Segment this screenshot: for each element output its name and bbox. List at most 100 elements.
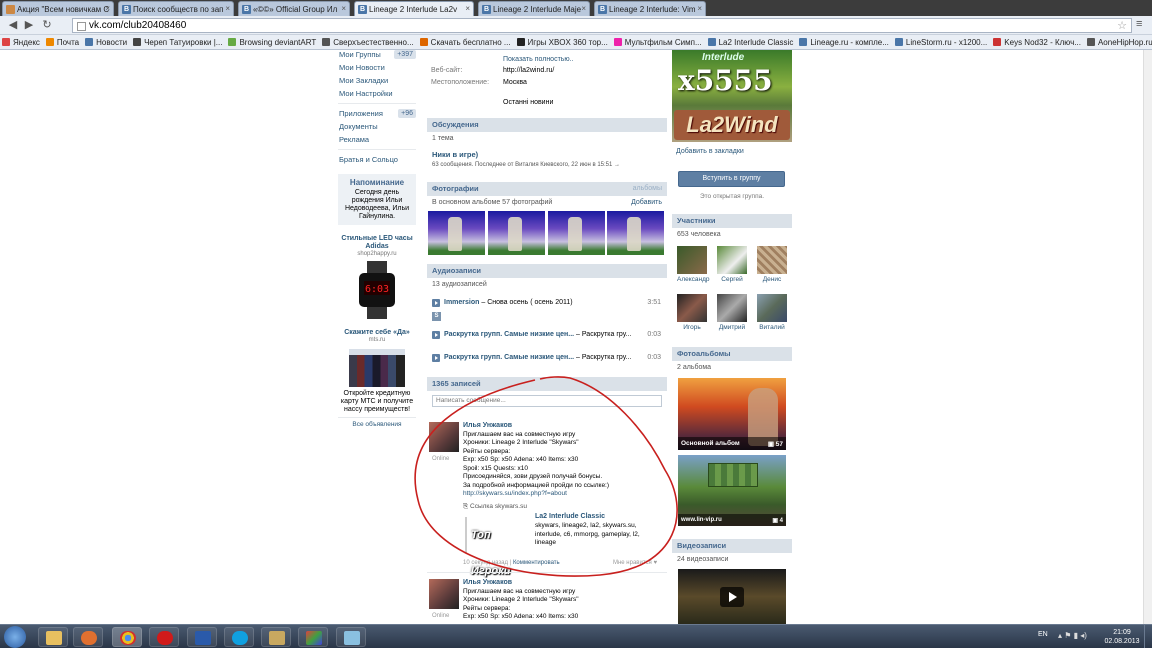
menu-item-brothers[interactable]: Братья и Сольцо xyxy=(334,153,420,166)
bookmark-item[interactable]: Browsing deviantART xyxy=(226,35,320,49)
close-icon[interactable]: × xyxy=(581,4,586,13)
track-artist[interactable]: Раскрутка групп. Самые низкие цен... xyxy=(444,354,574,361)
taskbar-skype[interactable] xyxy=(224,627,254,647)
reload-icon[interactable]: ↻ xyxy=(40,19,54,32)
close-icon[interactable]: × xyxy=(697,4,702,13)
post-link[interactable]: http://skywars.su/index.php?f=about xyxy=(463,490,663,499)
avatar[interactable] xyxy=(429,422,459,452)
link-card-title[interactable]: La2 Interlude Classic xyxy=(535,513,605,522)
reminder-text[interactable]: Сегодня день рождения Ильи Недоводеева, … xyxy=(340,189,414,221)
avatar[interactable] xyxy=(429,579,459,609)
post-author[interactable]: Илья Унжаков xyxy=(463,579,663,588)
bookmark-item[interactable]: Череп Татуировки |... xyxy=(131,35,226,49)
taskbar-game[interactable] xyxy=(261,627,291,647)
link-card[interactable]: Топ Игроки La2 Interlude Classic skywars… xyxy=(463,513,663,577)
menu-item-groups[interactable]: Мои Группы +397 xyxy=(334,50,420,61)
member-name[interactable]: Александр xyxy=(677,276,710,283)
taskbar-explorer[interactable] xyxy=(38,627,68,647)
taskbar-paint[interactable] xyxy=(298,627,328,647)
menu-item-documents[interactable]: Документы xyxy=(334,120,420,133)
track-artist[interactable]: Раскрутка групп. Самые низкие цен... xyxy=(444,331,574,338)
ad-title[interactable]: Скажите себе «Да» xyxy=(338,329,416,337)
wrench-icon[interactable]: ≡ xyxy=(1136,18,1148,31)
address-bar[interactable]: vk.com/club20408460 ☆ xyxy=(72,18,1132,33)
bookmark-item[interactable]: LineStorm.ru - x1200... xyxy=(893,35,991,49)
menu-item-bookmarks[interactable]: Мои Закладки xyxy=(334,74,420,87)
star-icon[interactable]: ☆ xyxy=(1117,19,1127,32)
videos-header[interactable]: Видеозаписи xyxy=(672,539,792,553)
member-name[interactable]: Дмитрий xyxy=(717,324,747,331)
group-banner[interactable]: Interlude x5555 La2Wind xyxy=(672,50,792,142)
ad-title[interactable]: Стильные LED часы Adidas xyxy=(338,235,416,251)
clock[interactable]: 21:09 02.08.2013 xyxy=(1102,628,1142,646)
member-name[interactable]: Денис xyxy=(757,276,787,283)
video-thumbnail[interactable] xyxy=(678,569,786,624)
audio-track[interactable]: Раскрутка групп. Самые низкие цен... – Р… xyxy=(427,351,667,365)
add-bookmark-link[interactable]: Добавить в закладки xyxy=(676,148,744,155)
show-more-link[interactable]: Показать полностью.. xyxy=(503,56,574,63)
bookmark-item[interactable]: Мультфильм Симп... xyxy=(612,35,706,49)
show-desktop-button[interactable] xyxy=(1144,625,1152,648)
member[interactable]: Денис xyxy=(757,246,787,283)
latest-news[interactable]: Останні новини xyxy=(503,99,553,106)
clothes-image[interactable] xyxy=(349,349,405,387)
add-photo-link[interactable]: Добавить xyxy=(631,196,662,210)
photo-thumb[interactable] xyxy=(548,211,605,255)
member-photo[interactable] xyxy=(717,294,747,322)
photos-header[interactable]: Фотографии альбомы xyxy=(427,182,667,196)
members-header[interactable]: Участники xyxy=(672,214,792,228)
track-artist[interactable]: Immersion xyxy=(444,299,479,306)
member[interactable]: Виталий xyxy=(757,294,787,331)
tab-4[interactable]: В Lineage 2 Interlude La2v × xyxy=(354,1,474,16)
s-badge[interactable]: S xyxy=(432,312,441,321)
album-cover[interactable]: www.lin-vip.ru ▣ 4 xyxy=(678,455,786,526)
album-cover[interactable]: Основной альбом ▣ 57 xyxy=(678,378,786,450)
tab-1[interactable]: Акция "Всем новичкам С × xyxy=(2,1,114,16)
tab-2[interactable]: В Поиск сообществ по зап × xyxy=(118,1,234,16)
discussion-topic[interactable]: Ники в игре) xyxy=(427,146,667,159)
photo-thumb[interactable] xyxy=(607,211,664,255)
bookmark-item[interactable]: AoneHipHop.ru: Яр... xyxy=(1085,35,1152,49)
audio-track[interactable]: Immersion – Снова осень ( осень 2011) 3:5… xyxy=(427,296,667,310)
close-icon[interactable]: × xyxy=(465,4,470,13)
menu-item-news[interactable]: Мои Новости xyxy=(334,61,420,74)
tab-6[interactable]: В Lineage 2 Interlude: Vim × xyxy=(594,1,706,16)
comment-link[interactable]: Комментировать xyxy=(513,560,560,566)
photo-thumb[interactable] xyxy=(488,211,545,255)
play-icon[interactable] xyxy=(432,331,440,339)
bookmark-item[interactable]: Keys Nod32 - Ключ... xyxy=(991,35,1085,49)
member-photo[interactable] xyxy=(677,246,707,274)
discussions-header[interactable]: Обсуждения xyxy=(427,118,667,132)
taskbar-chrome[interactable] xyxy=(112,627,142,647)
tab-5[interactable]: В Lineage 2 Interlude Maje × xyxy=(478,1,590,16)
member-photo[interactable] xyxy=(677,294,707,322)
back-arrow-icon[interactable]: ◀ xyxy=(6,19,20,32)
play-video-button[interactable] xyxy=(720,587,744,607)
website-link[interactable]: http://la2wind.ru/ xyxy=(503,67,554,74)
join-group-button[interactable]: Вступить в группу xyxy=(678,171,785,187)
tab-3[interactable]: В «©©» Official Group Ил × xyxy=(238,1,350,16)
bookmark-item[interactable]: Игры XBOX 360 тор... xyxy=(515,35,612,49)
bookmark-item[interactable]: Почта xyxy=(44,35,83,49)
audio-header[interactable]: Аудиозаписи xyxy=(427,264,667,278)
albums-header[interactable]: Фотоальбомы xyxy=(672,347,792,361)
taskbar-word[interactable] xyxy=(187,627,217,647)
bookmark-item[interactable]: Яндекс xyxy=(0,35,44,49)
all-ads-link[interactable]: Все объявления xyxy=(334,421,420,428)
tray-icons[interactable]: ▴ ⚑ ▮ ◂) xyxy=(1058,631,1087,640)
link-attachment[interactable]: ⎘ Ссылка skywars.su xyxy=(463,503,663,512)
menu-item-settings[interactable]: Мои Настройки xyxy=(334,87,420,100)
wall-header[interactable]: 1365 записей xyxy=(427,377,667,391)
arrow-right-icon[interactable]: → xyxy=(614,162,620,168)
ad-watches[interactable]: Стильные LED часы Adidas shop2happy.ru 6… xyxy=(338,235,416,319)
menu-item-ads[interactable]: Реклама xyxy=(334,133,420,146)
taskbar-app[interactable] xyxy=(336,627,366,647)
bookmark-item[interactable]: La2 Interlude Classic xyxy=(706,35,798,49)
play-icon[interactable] xyxy=(432,299,440,307)
audio-track[interactable]: Раскрутка групп. Самые низкие цен... – Р… xyxy=(427,328,667,342)
play-icon[interactable] xyxy=(432,354,440,362)
post-author[interactable]: Илья Унжаков xyxy=(463,422,663,431)
member-name[interactable]: Сергей xyxy=(717,276,747,283)
member[interactable]: Дмитрий xyxy=(717,294,747,331)
bookmark-item[interactable]: Скачать бесплатно ... xyxy=(418,35,515,49)
